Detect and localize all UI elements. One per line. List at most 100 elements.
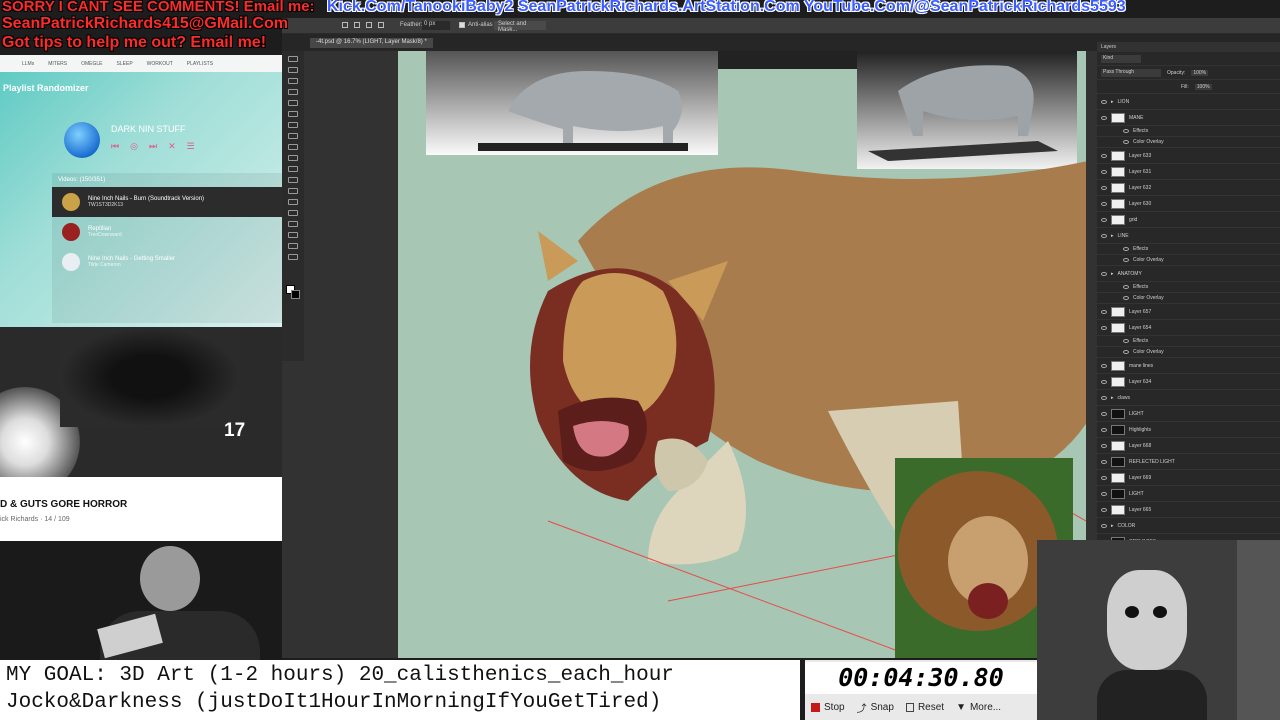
folder-icon[interactable]: ▸ [1111, 233, 1114, 239]
stamp-tool-icon[interactable] [288, 144, 298, 150]
history-brush-icon[interactable] [288, 155, 298, 161]
layer-row[interactable]: Effects [1097, 336, 1280, 347]
layer-row[interactable]: Layer 634 [1097, 374, 1280, 390]
visibility-eye-icon[interactable] [1101, 475, 1107, 480]
previous-icon[interactable]: ⏮ [111, 141, 119, 152]
layer-row[interactable]: mane lines [1097, 358, 1280, 374]
visibility-eye-icon[interactable] [1123, 350, 1129, 354]
layer-row[interactable]: REFLECTED LIGHT [1097, 454, 1280, 470]
dodge-tool-icon[interactable] [288, 188, 298, 194]
lasso-tool-icon[interactable] [288, 78, 298, 84]
visibility-eye-icon[interactable] [1101, 99, 1107, 104]
layer-row[interactable]: Highlights [1097, 422, 1280, 438]
visibility-eye-icon[interactable] [1101, 411, 1107, 416]
visibility-eye-icon[interactable] [1101, 309, 1107, 314]
visibility-eye-icon[interactable] [1101, 523, 1107, 528]
folder-icon[interactable]: ▸ [1111, 523, 1114, 529]
shape-tool-icon[interactable] [288, 232, 298, 238]
add-selection-icon[interactable] [354, 22, 360, 28]
visibility-eye-icon[interactable] [1101, 363, 1107, 368]
shuffle-icon[interactable]: ◎ [130, 141, 138, 152]
visibility-eye-icon[interactable] [1101, 153, 1107, 158]
gradient-tool-icon[interactable] [288, 177, 298, 183]
path-select-icon[interactable] [288, 221, 298, 227]
visibility-eye-icon[interactable] [1101, 217, 1107, 222]
layer-row[interactable]: Layer 657 [1097, 304, 1280, 320]
visibility-eye-icon[interactable] [1123, 339, 1129, 343]
layer-row[interactable]: Effects [1097, 244, 1280, 255]
visibility-eye-icon[interactable] [1101, 115, 1107, 120]
blend-mode-select[interactable]: Pass Through [1101, 68, 1161, 77]
folder-icon[interactable]: ▸ [1111, 395, 1114, 401]
stop-button[interactable]: Stop [805, 702, 851, 713]
visibility-eye-icon[interactable] [1101, 395, 1107, 400]
layer-row[interactable]: Effects [1097, 126, 1280, 137]
background-color-swatch[interactable] [291, 290, 300, 299]
layer-row[interactable]: Layer 669 [1097, 470, 1280, 486]
layer-row[interactable]: Layer 630 [1097, 196, 1280, 212]
crop-tool-icon[interactable] [288, 100, 298, 106]
antialias-checkbox[interactable] [459, 22, 465, 28]
intersect-selection-icon[interactable] [378, 22, 384, 28]
feather-input[interactable]: 0 px [422, 21, 450, 30]
visibility-eye-icon[interactable] [1101, 443, 1107, 448]
bookmark-item[interactable]: OMEGLE [81, 61, 102, 67]
eraser-tool-icon[interactable] [288, 166, 298, 172]
layer-row[interactable]: grid [1097, 212, 1280, 228]
new-selection-icon[interactable] [342, 22, 348, 28]
layer-row[interactable]: ▸ claws [1097, 390, 1280, 406]
reset-button[interactable]: Reset [900, 702, 950, 713]
visibility-eye-icon[interactable] [1123, 140, 1129, 144]
visibility-eye-icon[interactable] [1123, 247, 1129, 251]
visibility-eye-icon[interactable] [1101, 459, 1107, 464]
layer-row[interactable]: Color Overlay [1097, 255, 1280, 266]
marquee-tool-icon[interactable] [288, 67, 298, 73]
layer-row[interactable]: Color Overlay [1097, 293, 1280, 304]
bookmark-item[interactable]: LLMs [22, 61, 34, 67]
visibility-eye-icon[interactable] [1123, 129, 1129, 133]
more-button[interactable]: ▼ More... [950, 702, 1007, 713]
layer-row[interactable]: MANE [1097, 110, 1280, 126]
visibility-eye-icon[interactable] [1123, 285, 1129, 289]
layer-row[interactable]: Color Overlay [1097, 137, 1280, 148]
folder-icon[interactable]: ▸ [1111, 99, 1114, 105]
next-icon[interactable]: ⏭ [149, 141, 157, 152]
visibility-eye-icon[interactable] [1101, 185, 1107, 190]
subtract-selection-icon[interactable] [366, 22, 372, 28]
layer-row[interactable]: Color Overlay [1097, 347, 1280, 358]
bookmark-item[interactable]: MITERS [48, 61, 67, 67]
canvas[interactable] [398, 51, 1086, 658]
layer-row[interactable]: Layer 632 [1097, 180, 1280, 196]
brush-tool-icon[interactable] [288, 133, 298, 139]
layer-row[interactable]: Layer 631 [1097, 164, 1280, 180]
visibility-eye-icon[interactable] [1101, 325, 1107, 330]
visibility-eye-icon[interactable] [1101, 169, 1107, 174]
document-tab[interactable]: -4t.psd @ 16.7% (LIGHT, Layer Mask/8) * [310, 38, 433, 48]
move-tool-icon[interactable] [288, 56, 298, 62]
video-player[interactable]: 17 [0, 327, 282, 477]
layer-row[interactable]: ▸ LION [1097, 94, 1280, 110]
list-icon[interactable]: ☰ [187, 141, 195, 152]
layer-row[interactable]: ▸ ANATOMY [1097, 266, 1280, 282]
type-tool-icon[interactable] [288, 210, 298, 216]
layer-row[interactable]: Effects [1097, 282, 1280, 293]
visibility-eye-icon[interactable] [1101, 379, 1107, 384]
video-list-item[interactable]: Nine Inch Nails - Getting Smaller Tilde C… [52, 247, 282, 277]
pen-tool-icon[interactable] [288, 199, 298, 205]
layer-row[interactable]: Layer 633 [1097, 148, 1280, 164]
visibility-eye-icon[interactable] [1101, 233, 1107, 238]
layer-row[interactable]: Layer 665 [1097, 502, 1280, 518]
folder-icon[interactable]: ▸ [1111, 271, 1114, 277]
bookmark-item[interactable]: SLEEP [117, 61, 133, 67]
layer-row[interactable]: Layer 654 [1097, 320, 1280, 336]
layer-row[interactable]: ▸ LINE [1097, 228, 1280, 244]
zoom-tool-icon[interactable] [288, 254, 298, 260]
visibility-eye-icon[interactable] [1101, 507, 1107, 512]
layer-row[interactable]: LIGHT [1097, 486, 1280, 502]
eyedropper-tool-icon[interactable] [288, 111, 298, 117]
hand-tool-icon[interactable] [288, 243, 298, 249]
healing-tool-icon[interactable] [288, 122, 298, 128]
bookmark-item[interactable]: WORKOUT [147, 61, 173, 67]
filter-kind-select[interactable]: Kind [1101, 54, 1141, 63]
visibility-eye-icon[interactable] [1101, 201, 1107, 206]
